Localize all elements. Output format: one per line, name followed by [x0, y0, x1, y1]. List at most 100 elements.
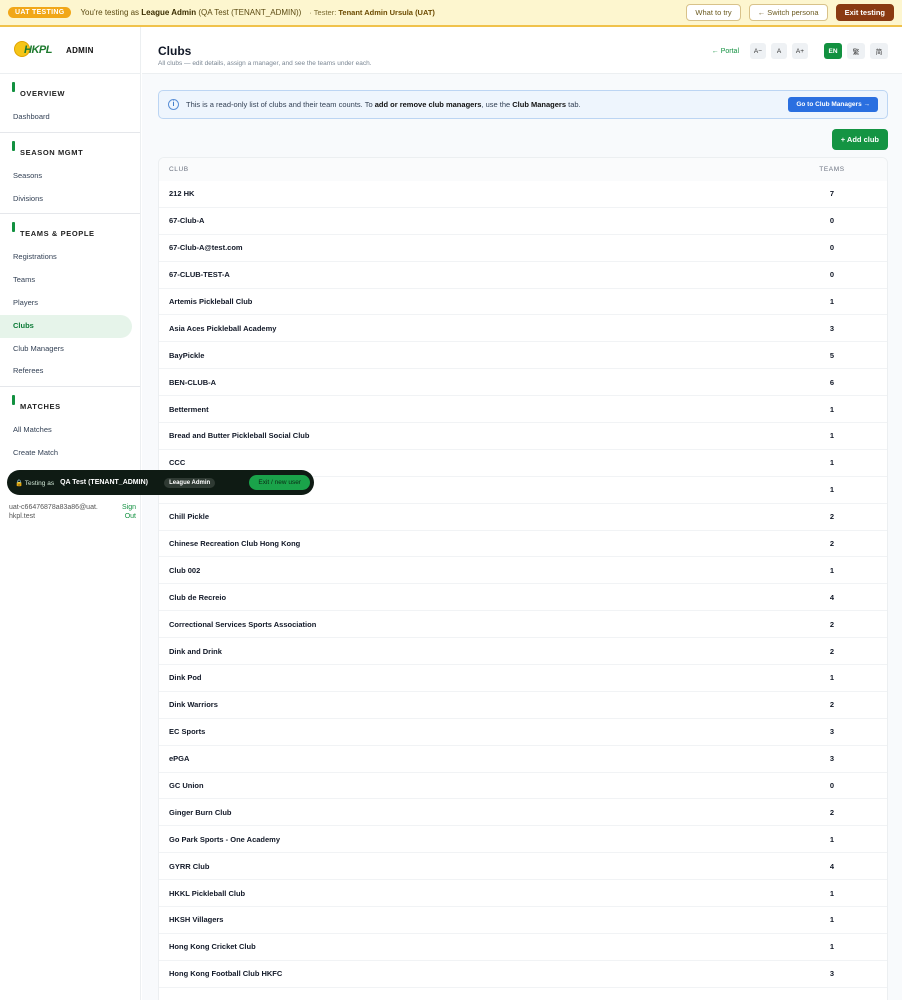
club-name-cell[interactable]: Club de Recreio: [169, 593, 787, 602]
table-row[interactable]: 67-CLUB-TEST-A 0: [159, 262, 887, 289]
club-name-cell[interactable]: ePGA: [169, 754, 787, 763]
table-row[interactable]: Betterment 1: [159, 396, 887, 424]
table-row[interactable]: BayPickle 5: [159, 342, 887, 370]
exit-testing-button[interactable]: Exit testing: [835, 4, 894, 21]
what-to-try-button[interactable]: What to try: [686, 4, 741, 21]
sidebar-item-all-matches[interactable]: All Matches: [0, 419, 132, 442]
team-count-cell: 6: [829, 377, 835, 387]
nav-heading: TEAMS & PEOPLE: [0, 222, 140, 242]
hkpl-logo-icon[interactable]: HKPL: [12, 39, 58, 61]
club-name-cell[interactable]: 212 HK: [169, 189, 787, 198]
column-header-teams[interactable]: TEAMS: [787, 166, 877, 173]
team-count-cell: 2: [829, 512, 835, 522]
club-name-cell[interactable]: Hong Kong Cricket Club: [169, 942, 787, 951]
team-count-cell: 5: [829, 350, 835, 360]
club-name-cell[interactable]: 67-Club-A: [169, 216, 787, 225]
table-row[interactable]: Correctional Services Sports Association…: [159, 611, 887, 639]
sidebar-item-divisions[interactable]: Divisions: [0, 188, 132, 211]
table-row[interactable]: Hong Kong Cricket Club 1: [159, 934, 887, 961]
portal-link[interactable]: ← Portal: [712, 48, 739, 55]
club-name-cell[interactable]: Go Park Sports - One Academy: [169, 835, 787, 844]
lang-simplified-button[interactable]: 简: [870, 43, 888, 59]
exit-new-user-button[interactable]: Exit / new user: [249, 475, 310, 490]
table-row[interactable]: Dink Warriors 2: [159, 692, 887, 719]
go-to-club-managers-button[interactable]: Go to Club Managers →: [788, 97, 878, 112]
club-name-cell[interactable]: Correctional Services Sports Association: [169, 620, 787, 629]
club-name-cell[interactable]: CCC: [169, 458, 787, 467]
table-row[interactable]: Dink and Drink 2: [159, 638, 887, 666]
table-row[interactable]: 67-Club-A 0: [159, 208, 887, 235]
team-count-cell: 0: [829, 270, 835, 280]
club-name-cell[interactable]: Bread and Butter Pickleball Social Club: [169, 431, 787, 440]
sidebar-item-players[interactable]: Players: [0, 292, 132, 315]
sidebar-item-seasons[interactable]: Seasons: [0, 165, 132, 188]
table-row[interactable]: Chill Pickle 2: [159, 504, 887, 531]
club-name-cell[interactable]: Betterment: [169, 405, 787, 414]
club-name-cell[interactable]: Ginger Burn Club: [169, 808, 787, 817]
club-name-cell[interactable]: Club 002: [169, 566, 787, 575]
sidebar-item-dashboard[interactable]: Dashboard: [0, 106, 132, 129]
table-row[interactable]: Chinese Recreation Club Hong Kong 2: [159, 531, 887, 558]
table-row[interactable]: HKSH Villagers 1: [159, 907, 887, 934]
club-name-cell[interactable]: GC Union: [169, 781, 787, 790]
table-row[interactable]: Hong Kong Football Club HKFC 3: [159, 961, 887, 988]
team-count-cell: 0: [829, 243, 835, 253]
club-name-cell[interactable]: Chinese Recreation Club Hong Kong: [169, 539, 787, 548]
club-name-cell[interactable]: HKSH Villagers: [169, 915, 787, 924]
club-name-cell[interactable]: Dink and Drink: [169, 647, 787, 656]
table-row[interactable]: 67-Club-A@test.com 0: [159, 235, 887, 262]
lang-traditional-button[interactable]: 繁: [847, 43, 865, 59]
sidebar-item-clubs[interactable]: Clubs: [0, 314, 132, 338]
table-row[interactable]: Asia Aces Pickleball Academy 3: [159, 315, 887, 343]
sidebar-item-referees[interactable]: Referees: [0, 360, 132, 383]
club-name-cell[interactable]: 67-Club-A@test.com: [169, 243, 787, 252]
club-name-cell[interactable]: Hong Kong Football Club HKFC: [169, 969, 787, 978]
club-name-cell[interactable]: Dink Pod: [169, 673, 787, 682]
club-name-cell[interactable]: Asia Aces Pickleball Academy: [169, 324, 787, 333]
table-row[interactable]: ePGA 3: [159, 746, 887, 773]
table-row[interactable]: Club 002 1: [159, 557, 887, 585]
club-name-cell[interactable]: GYRR Club: [169, 862, 787, 871]
uat-role: League Admin: [141, 8, 197, 17]
club-name-cell[interactable]: Chill Pickle: [169, 512, 787, 521]
club-name-cell[interactable]: BayPickle: [169, 351, 787, 360]
table-row[interactable]: EC Sports 3: [159, 719, 887, 746]
club-name-cell[interactable]: HKKL Pickleball Club: [169, 889, 787, 898]
table-row[interactable]: Artemis Pickleball Club 1: [159, 289, 887, 316]
table-row[interactable]: Bread and Butter Pickleball Social Club 1: [159, 423, 887, 450]
sign-out-link[interactable]: Sign Out: [112, 503, 136, 521]
main-content: Clubs All clubs — edit details, assign a…: [142, 27, 902, 1000]
lang-en-button[interactable]: EN: [824, 43, 842, 59]
table-row[interactable]: Go Park Sports - One Academy 1: [159, 826, 887, 854]
switch-persona-button[interactable]: ← Switch persona: [748, 4, 828, 21]
table-row[interactable]: GC Union 0: [159, 773, 887, 800]
sidebar-item-registrations[interactable]: Registrations: [0, 246, 132, 269]
sidebar-item-club-managers[interactable]: Club Managers: [0, 338, 132, 361]
uat-testing-prefix: You're testing as: [80, 8, 140, 17]
table-row[interactable]: Ginger Burn Club 2: [159, 799, 887, 827]
table-row[interactable]: GYRR Club 4: [159, 853, 887, 881]
team-count-cell: 1: [829, 565, 835, 575]
add-club-button[interactable]: + Add club: [831, 129, 888, 150]
font-size-large-button[interactable]: A+: [792, 43, 808, 59]
club-name-cell[interactable]: Dink Warriors: [169, 700, 787, 709]
club-name-cell[interactable]: BEN-CLUB-A: [169, 378, 787, 387]
nav-heading: SEASON MGMT: [0, 140, 140, 161]
table-row[interactable]: HKKL Pickleball Club 1: [159, 880, 887, 908]
club-name-cell[interactable]: 67-CLUB-TEST-A: [169, 270, 787, 279]
table-row[interactable]: Dink Pod 1: [159, 665, 887, 692]
sidebar-item-teams[interactable]: Teams: [0, 269, 132, 292]
font-size-small-button[interactable]: A−: [750, 43, 766, 59]
sidebar-item-create-match[interactable]: Create Match: [0, 442, 132, 465]
uat-badge: UAT TESTING: [8, 7, 72, 18]
team-count-cell: 7: [829, 189, 835, 199]
table-row[interactable]: 212 HK 7: [159, 181, 887, 208]
font-size-normal-button[interactable]: A: [771, 43, 787, 59]
column-header-club[interactable]: CLUB: [169, 166, 787, 173]
club-name-cell[interactable]: Artemis Pickleball Club: [169, 297, 787, 306]
table-row[interactable]: BEN-CLUB-A 6: [159, 369, 887, 397]
info-text-part: This is a read-only list of clubs and th…: [186, 100, 375, 109]
user-email: uat-c66476878a83a86@uat.hkpl.test: [9, 504, 98, 520]
club-name-cell[interactable]: EC Sports: [169, 727, 787, 736]
table-row[interactable]: Club de Recreio 4: [159, 584, 887, 612]
